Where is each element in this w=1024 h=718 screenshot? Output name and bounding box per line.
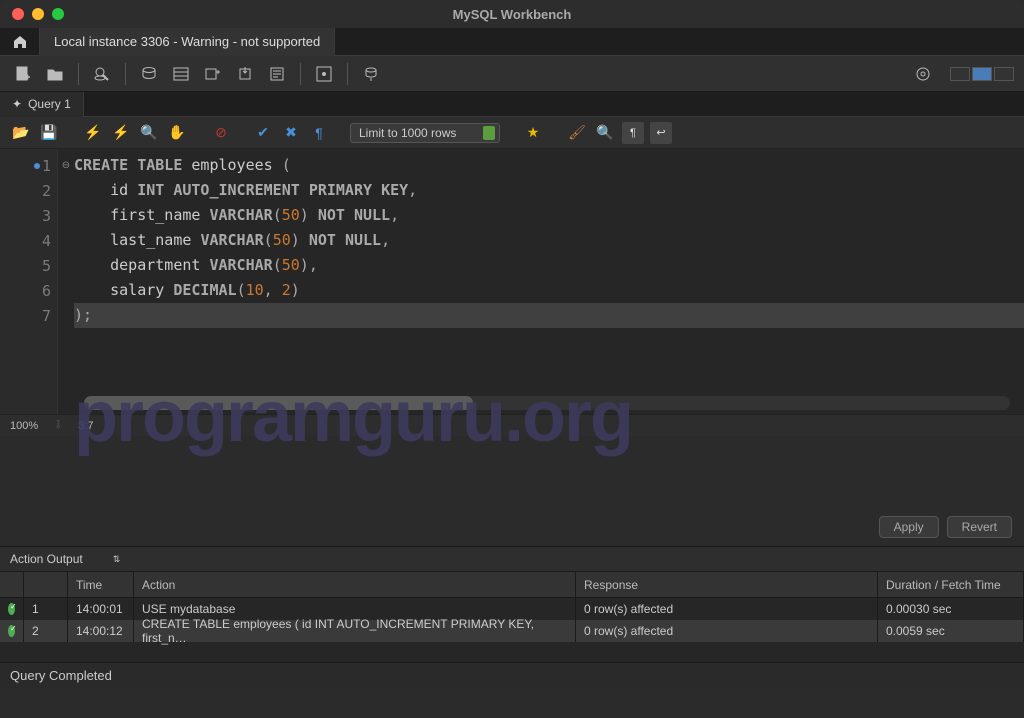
inspector-icon[interactable] xyxy=(89,61,115,87)
output-panel-header: Action Output ⇅ xyxy=(0,546,1024,572)
execute-current-icon[interactable]: ⚡ xyxy=(110,122,132,144)
apply-button[interactable]: Apply xyxy=(879,516,939,538)
lightning-icon: ✦ xyxy=(12,97,22,111)
rollback-icon[interactable]: ✖ xyxy=(280,122,302,144)
query-tab[interactable]: ✦ Query 1 xyxy=(0,92,84,117)
horizontal-scrollbar[interactable] xyxy=(84,396,1010,410)
col-duration[interactable]: Duration / Fetch Time xyxy=(878,572,1024,597)
editor-toolbar: 📂 💾 ⚡ ⚡ 🔍 ✋ ⊘ ✔ ✖ ¶ Limit to 1000 rows ★… xyxy=(0,117,1024,149)
open-file-icon[interactable]: 📂 xyxy=(10,122,32,144)
limit-rows-dropdown[interactable]: Limit to 1000 rows xyxy=(350,123,500,143)
query-tab-label: Query 1 xyxy=(28,97,71,111)
users-icon[interactable] xyxy=(136,61,162,87)
ok-icon xyxy=(8,603,15,615)
home-tab[interactable] xyxy=(0,28,40,56)
wrap-icon[interactable]: ↩ xyxy=(650,122,672,144)
close-window-icon[interactable] xyxy=(12,8,24,20)
new-sql-tab-icon[interactable] xyxy=(10,61,36,87)
dropdown-icon: ⇅ xyxy=(113,554,121,565)
sql-editor[interactable]: 1234567 ⊖ CREATE TABLE employees ( id IN… xyxy=(0,149,1024,414)
panel-toggle-group xyxy=(950,67,1014,81)
col-time[interactable]: Time xyxy=(68,572,134,597)
open-sql-file-icon[interactable] xyxy=(42,61,68,87)
file-tabbar: ✦ Query 1 xyxy=(0,92,1024,117)
fold-gutter: ⊖ xyxy=(58,149,74,414)
query-status-bar: Query Completed xyxy=(0,662,1024,688)
result-pane: programguru.org Apply Revert xyxy=(0,436,1024,546)
toggle-whitespace-icon[interactable]: ¶ xyxy=(308,122,330,144)
output-table: Time Action Response Duration / Fetch Ti… xyxy=(0,572,1024,642)
col-action[interactable]: Action xyxy=(134,572,576,597)
minimize-window-icon[interactable] xyxy=(32,8,44,20)
main-toolbar xyxy=(0,56,1024,92)
panel-right-toggle[interactable] xyxy=(994,67,1014,81)
divider-icon: ⫱ xyxy=(56,419,60,432)
data-import-icon[interactable] xyxy=(232,61,258,87)
stop-icon[interactable]: ✋ xyxy=(166,122,188,144)
ok-icon xyxy=(8,625,15,637)
output-row[interactable]: 2 14:00:12 CREATE TABLE employees ( id I… xyxy=(0,620,1024,642)
traffic-lights xyxy=(0,8,64,20)
code-area[interactable]: CREATE TABLE employees ( id INT AUTO_INC… xyxy=(74,149,1024,414)
query-status-text: Query Completed xyxy=(10,668,112,683)
line-gutter: 1234567 xyxy=(0,149,58,414)
settings-icon[interactable] xyxy=(910,61,936,87)
find-icon[interactable]: 🔍 xyxy=(594,122,616,144)
commit-icon[interactable]: ✔ xyxy=(252,122,274,144)
connection-tabbar: Local instance 3306 - Warning - not supp… xyxy=(0,28,1024,56)
explain-icon[interactable]: 🔍 xyxy=(138,122,160,144)
panel-left-toggle[interactable] xyxy=(950,67,970,81)
reconnect-icon[interactable] xyxy=(358,61,384,87)
beautify-icon[interactable]: 🖌 xyxy=(566,122,588,144)
output-type-select[interactable]: Action Output ⇅ xyxy=(10,552,120,566)
zoom-level[interactable]: 100% xyxy=(10,420,38,432)
cursor-position: 3:7 xyxy=(78,420,93,432)
window-titlebar: MySQL Workbench xyxy=(0,0,1024,28)
status-icon[interactable] xyxy=(168,61,194,87)
revert-button[interactable]: Revert xyxy=(947,516,1012,538)
panel-bottom-toggle[interactable] xyxy=(972,67,992,81)
invisible-chars-icon[interactable]: ¶ xyxy=(622,122,644,144)
toggle-autocommit-icon[interactable]: ⊘ xyxy=(210,122,232,144)
editor-statusbar: 100% ⫱ 3:7 xyxy=(0,414,1024,436)
favorites-icon[interactable]: ★ xyxy=(522,122,544,144)
connection-tab[interactable]: Local instance 3306 - Warning - not supp… xyxy=(40,28,335,56)
dashboard-icon[interactable] xyxy=(311,61,337,87)
data-export-icon[interactable] xyxy=(200,61,226,87)
execute-icon[interactable]: ⚡ xyxy=(82,122,104,144)
col-response[interactable]: Response xyxy=(576,572,878,597)
maximize-window-icon[interactable] xyxy=(52,8,64,20)
save-file-icon[interactable]: 💾 xyxy=(38,122,60,144)
window-title: MySQL Workbench xyxy=(453,7,572,22)
server-logs-icon[interactable] xyxy=(264,61,290,87)
